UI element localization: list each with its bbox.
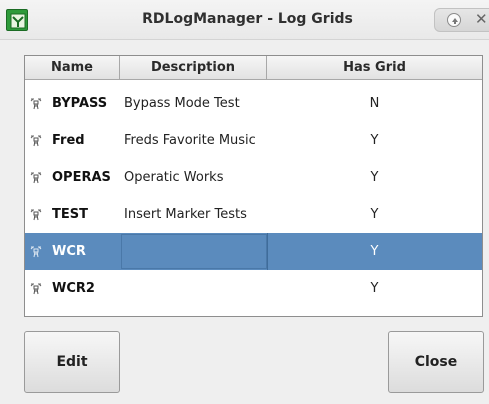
list-row[interactable]: BYPASS Bypass Mode Test N	[25, 85, 482, 122]
row-has-grid: N	[369, 96, 380, 111]
row-description: Operatic Works	[124, 170, 224, 185]
list-header: Name Description Has Grid	[25, 56, 482, 80]
row-name: Fred	[52, 133, 85, 148]
row-name: OPERAS	[52, 170, 111, 185]
cell-focus-outline	[121, 234, 267, 269]
row-has-grid: Y	[370, 207, 379, 222]
list-row[interactable]: TEST Insert Marker Tests Y	[25, 196, 482, 233]
up-arrow-icon	[452, 18, 458, 24]
row-has-grid: Y	[370, 281, 379, 296]
row-has-grid: Y	[370, 133, 379, 148]
column-header-description[interactable]: Description	[120, 56, 267, 79]
row-name: WCR	[52, 244, 86, 259]
service-icon	[30, 135, 42, 147]
row-has-grid: Y	[370, 170, 379, 185]
service-icon	[30, 209, 42, 221]
row-has-grid: Y	[370, 244, 379, 259]
row-description: Bypass Mode Test	[124, 96, 240, 111]
list-row[interactable]: OPERAS Operatic Works Y	[25, 159, 482, 196]
row-name: BYPASS	[52, 96, 108, 111]
column-header-has-grid[interactable]: Has Grid	[267, 56, 482, 79]
row-name: WCR2	[52, 281, 95, 296]
service-icon	[30, 246, 42, 258]
log-grids-list[interactable]: Name Description Has Grid BYPASS Bypass …	[24, 55, 483, 317]
app-icon[interactable]	[6, 9, 28, 31]
service-icon	[30, 283, 42, 295]
list-row[interactable]: WCR2 Y	[25, 270, 482, 307]
close-window-button[interactable]: ✕	[475, 10, 488, 28]
shade-button[interactable]	[447, 13, 461, 27]
window-title: RDLogManager - Log Grids	[142, 11, 353, 27]
window-titlebar[interactable]: RDLogManager - Log Grids ✕	[0, 0, 489, 40]
window-controls: ✕	[434, 8, 489, 32]
service-icon	[30, 98, 42, 110]
list-row-selected[interactable]: WCR Y	[25, 233, 482, 270]
close-button[interactable]: Close	[388, 331, 484, 393]
column-header-name[interactable]: Name	[25, 56, 120, 79]
row-description: Freds Favorite Music	[124, 133, 256, 148]
row-description: Insert Marker Tests	[124, 207, 247, 222]
service-icon	[30, 172, 42, 184]
edit-button[interactable]: Edit	[24, 331, 120, 393]
list-row[interactable]: Fred Freds Favorite Music Y	[25, 122, 482, 159]
row-name: TEST	[52, 207, 88, 222]
